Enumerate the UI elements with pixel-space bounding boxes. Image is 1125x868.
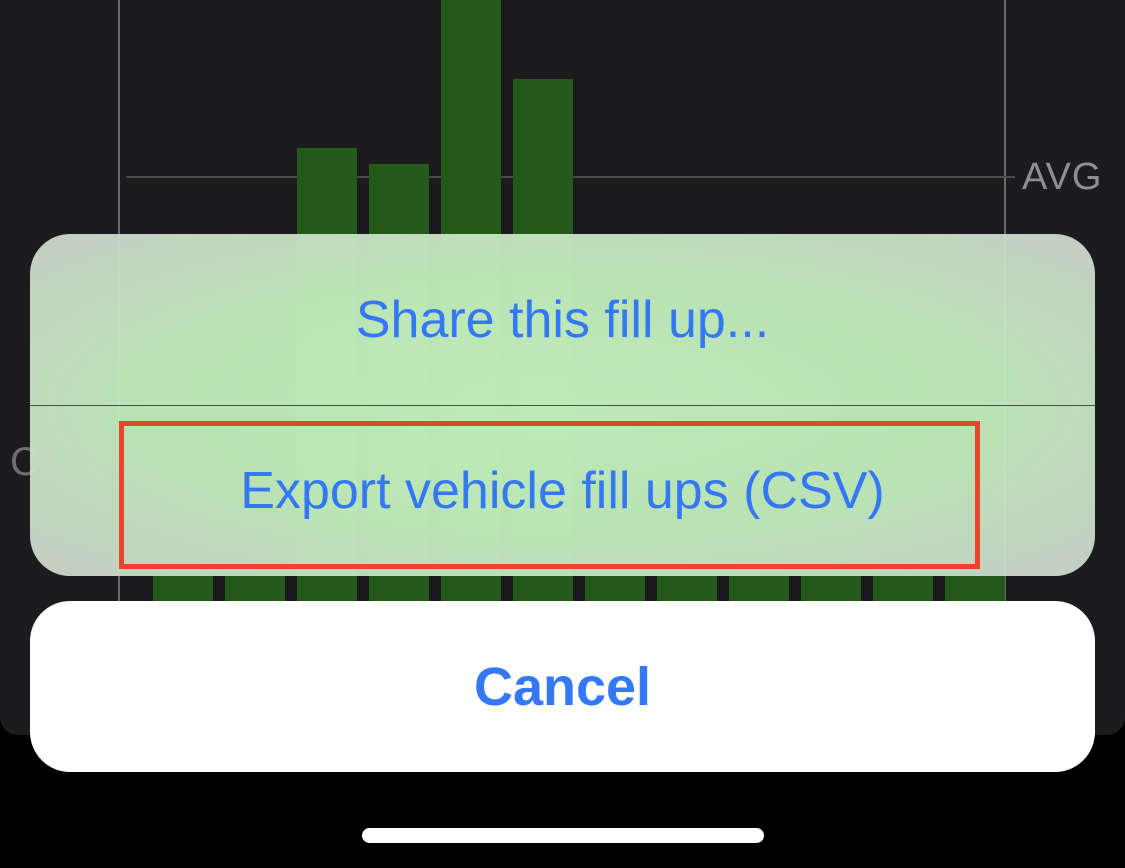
screen: AVG C Share this fill up... Export vehic… xyxy=(0,0,1125,868)
avg-label: AVG xyxy=(1022,156,1103,198)
export-csv-button[interactable]: Export vehicle fill ups (CSV) xyxy=(30,406,1095,576)
action-sheet: Share this fill up... Export vehicle fil… xyxy=(30,234,1095,576)
cancel-button[interactable]: Cancel xyxy=(30,601,1095,772)
home-indicator[interactable] xyxy=(362,828,764,843)
share-fill-up-button[interactable]: Share this fill up... xyxy=(30,234,1095,405)
